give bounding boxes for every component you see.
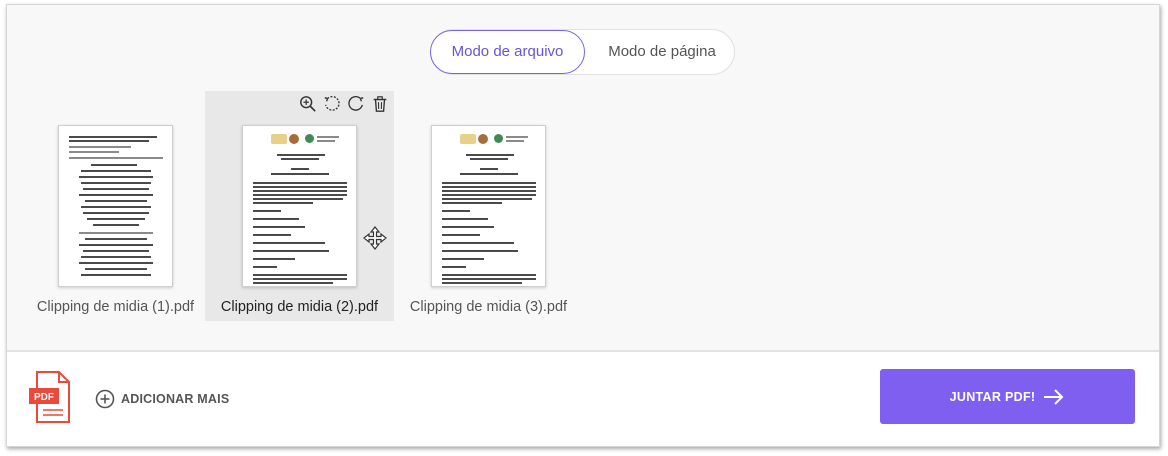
merge-pdf-panel: Modo de arquivo Modo de página Clipping … <box>6 4 1160 447</box>
rotate-right-icon[interactable] <box>347 95 365 113</box>
pdf-icon-label: PDF <box>34 392 54 403</box>
file-mode-button[interactable]: Modo de arquivo <box>430 30 585 74</box>
pdf-file-icon: PDF <box>29 371 70 423</box>
page-mode-button[interactable]: Modo de página <box>589 30 735 74</box>
file-card[interactable]: Clipping de midia (3).pdf <box>394 91 583 321</box>
card-toolbar <box>299 95 389 115</box>
rotate-left-icon[interactable] <box>323 95 341 113</box>
file-thumbnail <box>242 125 357 287</box>
add-more-button[interactable]: ADICIONAR MAIS <box>95 388 229 410</box>
file-name: Clipping de midia (1).pdf <box>36 299 195 315</box>
plus-circle-icon <box>95 389 115 409</box>
mode-toggle: Modo de arquivo Modo de página <box>430 29 735 75</box>
trash-icon[interactable] <box>371 95 389 113</box>
file-card-selected[interactable]: Clipping de midia (2).pdf <box>205 91 394 321</box>
zoom-in-icon[interactable] <box>299 95 317 113</box>
file-card[interactable]: Clipping de midia (1).pdf <box>21 91 210 321</box>
file-name: Clipping de midia (3).pdf <box>409 299 568 315</box>
action-bar: PDF ADICIONAR MAIS JUNTAR PDF! <box>7 352 1159 446</box>
move-handle-icon[interactable] <box>362 225 388 251</box>
arrow-right-icon <box>1044 388 1064 405</box>
add-more-label: ADICIONAR MAIS <box>121 392 230 406</box>
file-thumbnail <box>58 125 173 287</box>
merge-button-label: JUNTAR PDF! <box>949 389 1036 404</box>
file-name: Clipping de midia (2).pdf <box>220 299 379 315</box>
file-thumbnail <box>431 125 546 287</box>
merge-pdf-button[interactable]: JUNTAR PDF! <box>880 369 1135 424</box>
